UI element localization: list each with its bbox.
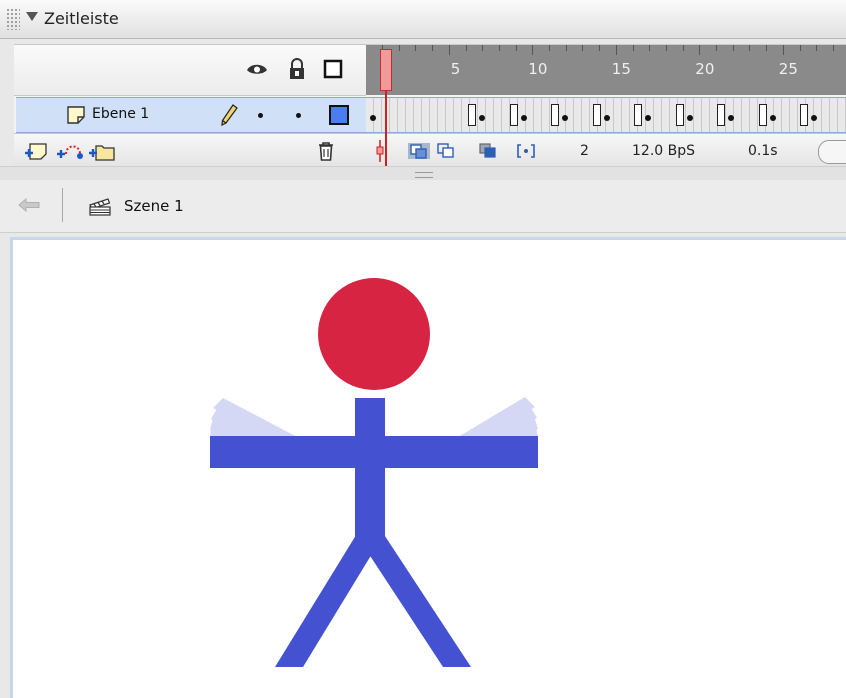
ruler-tick (782, 45, 784, 55)
blank-keyframe[interactable] (717, 104, 725, 126)
ruler-tick (832, 45, 834, 51)
ruler-label: 20 (695, 60, 715, 78)
scene-bar: Szene 1 (0, 180, 846, 233)
blank-keyframe[interactable] (592, 104, 601, 126)
ruler-tick (649, 45, 651, 51)
layer-row[interactable]: Ebene 1 (16, 97, 366, 133)
panel-splitter[interactable] (0, 166, 846, 181)
playhead-line (385, 91, 387, 167)
frame-toolbar: 2 12.0 BpS 0.1s (366, 133, 846, 168)
layer-toolbar (14, 133, 366, 168)
frame-rate-readout[interactable]: 12.0 BpS (632, 143, 695, 159)
figure-head (318, 278, 430, 390)
ruler-tick (615, 45, 617, 55)
blank-keyframe[interactable] (800, 104, 808, 126)
horizontal-scrollbar[interactable] (818, 140, 846, 164)
ruler-tick (749, 45, 751, 51)
keyframe[interactable] (686, 115, 693, 121)
frame-row[interactable] (366, 97, 846, 133)
elapsed-time-readout: 0.1s (748, 143, 778, 159)
panel-title[interactable]: Zeitleiste (44, 9, 119, 28)
blank-keyframe[interactable] (758, 104, 767, 126)
keyframe[interactable] (728, 115, 734, 121)
insert-layer-icon[interactable] (24, 140, 50, 162)
outline-square-icon[interactable] (322, 58, 344, 80)
scene-clapper-icon (89, 198, 111, 216)
ruler-tick (632, 45, 634, 51)
blank-keyframe[interactable] (675, 104, 684, 126)
layer-name[interactable]: Ebene 1 (92, 106, 149, 122)
ruler-tick (432, 45, 434, 51)
keyframe[interactable] (645, 115, 651, 121)
stick-figure[interactable] (13, 240, 846, 698)
ruler-label: 15 (611, 60, 631, 78)
scene-label[interactable]: Szene 1 (124, 197, 184, 215)
onion-skin-icon[interactable] (408, 143, 430, 159)
scene-divider (62, 188, 63, 222)
stage[interactable] (10, 237, 846, 698)
timeline: Ebene 1 5 10 15 20 25 2 12.0 BpS 0.1s (14, 44, 846, 168)
blank-keyframe[interactable] (509, 104, 518, 126)
ruler-label: 25 (778, 60, 798, 78)
ruler-tick (532, 45, 534, 55)
frames-column: 51015202530 (366, 45, 846, 168)
ruler-tick (599, 45, 601, 51)
ruler-tick (465, 45, 467, 51)
ruler-label: 10 (528, 60, 548, 78)
insert-folder-icon[interactable] (88, 140, 116, 162)
ruler-tick (699, 45, 701, 55)
ruler-tick (448, 45, 450, 55)
ruler-tick (482, 45, 484, 51)
ruler-tick (766, 45, 768, 51)
ruler-tick (682, 45, 684, 51)
lock-icon[interactable] (286, 58, 308, 80)
lock-dot[interactable] (296, 113, 301, 118)
ruler-tick (665, 45, 667, 51)
blank-keyframe[interactable] (551, 104, 559, 126)
layer-page-icon (67, 106, 85, 124)
keyframe[interactable] (769, 115, 776, 121)
ruler-tick (549, 45, 550, 51)
ruler-tick (582, 45, 584, 51)
layer-color-square-icon[interactable] (328, 104, 350, 126)
collapse-triangle-icon[interactable] (26, 12, 38, 21)
pencil-icon[interactable] (220, 104, 238, 126)
modify-onion-markers-icon[interactable] (516, 143, 536, 159)
blank-keyframe[interactable] (468, 104, 476, 126)
timeline-panel-header: Zeitleiste (0, 0, 846, 39)
ruler-tick (799, 45, 801, 51)
ruler-tick (498, 45, 500, 51)
layer-icon-header (14, 45, 366, 96)
current-frame-readout: 2 (580, 143, 589, 159)
ruler-label: 5 (450, 60, 461, 78)
keyframe[interactable] (811, 115, 817, 121)
edit-multiple-frames-icon[interactable] (478, 143, 498, 159)
keyframe[interactable] (520, 115, 527, 121)
onion-skin-outlines-icon[interactable] (436, 143, 456, 159)
splitter-grip-icon[interactable] (415, 172, 433, 178)
ruler-tick (565, 45, 567, 51)
keyframe[interactable] (370, 115, 376, 121)
blank-keyframe[interactable] (634, 104, 642, 126)
grip-handle-icon[interactable] (6, 8, 20, 30)
trash-icon[interactable] (316, 140, 336, 162)
keyframe[interactable] (562, 115, 568, 121)
ruler-tick (816, 45, 818, 51)
ruler-tick (732, 45, 734, 51)
keyframe[interactable] (603, 115, 610, 121)
ruler-tick (415, 45, 417, 51)
figure-torso (355, 398, 385, 540)
ruler-tick (398, 45, 400, 51)
ruler-tick (716, 45, 717, 51)
figure-right-leg (359, 527, 471, 667)
frame-ruler[interactable]: 51015202530 (366, 45, 846, 95)
eye-icon[interactable] (246, 58, 268, 80)
back-arrow-icon[interactable] (18, 198, 40, 212)
ruler-tick (515, 45, 517, 51)
add-motion-guide-icon[interactable] (56, 140, 84, 162)
keyframe[interactable] (479, 115, 485, 121)
layer-column: Ebene 1 (14, 45, 366, 168)
playhead[interactable] (380, 49, 392, 91)
visibility-dot[interactable] (258, 113, 263, 118)
